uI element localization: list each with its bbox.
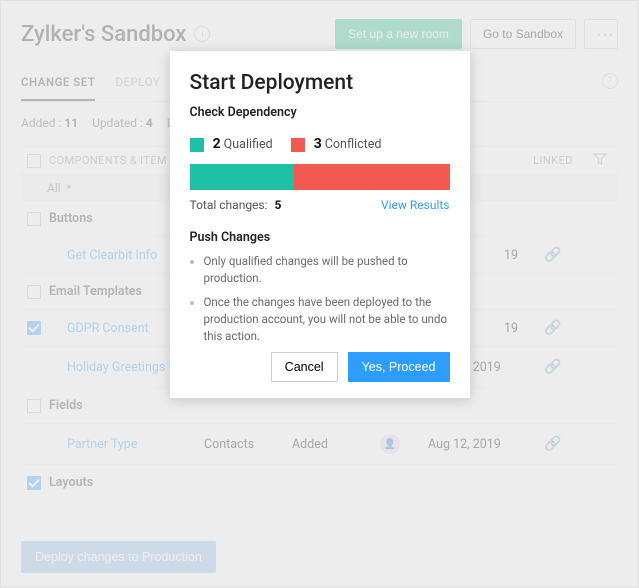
conflicted-group: 3Conflicted xyxy=(291,136,382,152)
cancel-button[interactable]: Cancel xyxy=(271,352,338,382)
view-results-link[interactable]: View Results xyxy=(381,198,450,212)
conflicted-legend-icon xyxy=(291,138,305,152)
bar-meta: Total changes: 5 View Results xyxy=(190,198,450,212)
dependency-bar-chart xyxy=(190,164,450,190)
push-changes-title: Push Changes xyxy=(190,230,450,245)
check-dependency-label: Check Dependency xyxy=(190,105,450,120)
note-item: Once the changes have been deployed to t… xyxy=(204,294,450,344)
conflicted-bar-segment xyxy=(294,164,450,190)
qualified-bar-segment xyxy=(190,164,294,190)
qualified-legend-icon xyxy=(190,138,204,152)
proceed-button[interactable]: Yes, Proceed xyxy=(348,352,450,382)
push-changes-notes: Only qualified changes will be pushed to… xyxy=(190,253,450,344)
modal-actions: Cancel Yes, Proceed xyxy=(190,352,450,382)
dependency-counts: 2Qualified 3Conflicted xyxy=(190,136,450,152)
start-deployment-modal: Start Deployment Check Dependency 2Quali… xyxy=(170,51,470,398)
qualified-group: 2Qualified xyxy=(190,136,273,152)
modal-title: Start Deployment xyxy=(190,71,450,95)
note-item: Only qualified changes will be pushed to… xyxy=(204,253,450,286)
